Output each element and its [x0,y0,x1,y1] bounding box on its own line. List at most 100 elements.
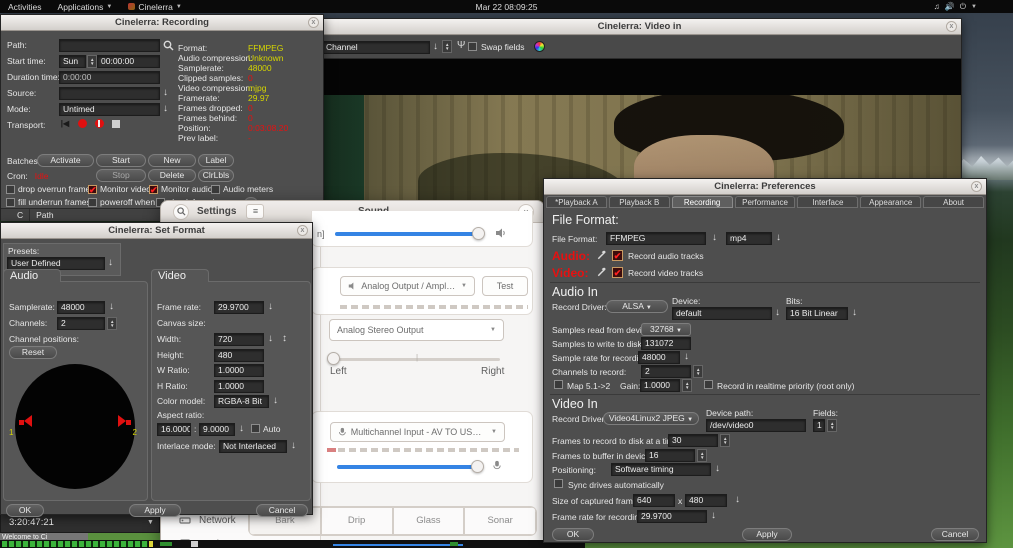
tab-playback-a[interactable]: *Playback A [546,196,607,208]
label-button[interactable]: Label [198,154,234,167]
h-ratio-input[interactable]: 1.0000 [214,380,264,393]
volume-icon[interactable]: 🔊 [945,2,955,11]
positioning-select[interactable]: Software timing [611,463,711,476]
menu-icon[interactable]: ≡ [246,204,264,219]
alert-sonar-button[interactable]: Sonar [464,507,536,535]
reset-button[interactable]: Reset [9,346,57,359]
slider-handle[interactable] [471,460,484,473]
dropdown-arrow-icon[interactable]: ↓ [852,308,857,318]
dropdown-arrow-icon[interactable]: ↓ [163,88,168,98]
cancel-button[interactable]: Cancel [931,528,979,541]
activate-button[interactable]: Activate [37,154,94,167]
device-path-input[interactable]: /dev/video0 [706,419,806,432]
channels-spinner-icon[interactable]: ▲▼ [693,365,703,378]
audio-meters-checkbox[interactable] [211,185,220,194]
swap-fields-checkbox[interactable] [468,42,477,51]
app-indicator-menu[interactable]: Cinelerra▼ [120,0,189,13]
color-model-select[interactable]: RGBA-8 Bit [214,395,269,408]
path-input[interactable] [59,39,160,52]
tab-about[interactable]: About [923,196,984,208]
aspect-auto-checkbox[interactable] [251,424,260,433]
delete-button[interactable]: Delete [148,169,196,182]
monitor-video-checkbox[interactable]: ✔ [88,185,97,194]
monitor-audio-checkbox[interactable]: ✔ [149,185,158,194]
channel-2-speaker-icon[interactable] [115,416,131,429]
bits-select[interactable]: 16 Bit Linear [786,307,848,320]
record-video-checkbox[interactable]: ✔ [612,267,623,278]
fields-input[interactable]: 1 [813,419,825,432]
poweroff-checkbox[interactable] [88,198,97,207]
output-config-select[interactable]: Analog Stereo Output ▼ [329,319,504,341]
channels-record-input[interactable]: 2 [641,365,691,378]
record-framerate-input[interactable]: 29.9700 [637,510,707,523]
duration-input[interactable]: 0:00:00 [59,71,160,84]
applications-menu[interactable]: Applications▼ [50,0,121,13]
tab-performance[interactable]: Performance [735,196,796,208]
search-icon[interactable] [173,204,189,220]
dropdown-arrow-icon[interactable]: ↓ [108,258,113,268]
apply-button[interactable]: Apply [742,528,792,541]
balance-handle[interactable] [327,352,340,365]
clrlbls-button[interactable]: ClrLbls [198,169,234,182]
frames-disk-input[interactable]: 30 [668,434,718,447]
caret-down-icon[interactable]: ▼ [971,4,977,10]
samplerate-input[interactable]: 48000 [57,301,105,314]
channel-1-speaker-icon[interactable] [19,416,35,429]
map51-checkbox[interactable] [554,380,563,389]
video-in-titlebar[interactable]: Cinelerra: Video in x [318,19,961,35]
width-input[interactable]: 720 [214,333,264,346]
frames-disk-spinner-icon[interactable]: ▲▼ [720,434,730,447]
channel-tuner-icon[interactable]: Ψ [457,40,465,51]
frame-rate-input[interactable]: 29.9700 [214,301,264,314]
dropdown-arrow-icon[interactable]: ↓ [684,352,689,362]
dropdown-arrow-icon[interactable]: ↓ [775,308,780,318]
test-speakers-button[interactable]: Test [482,276,528,296]
set-format-titlebar[interactable]: Cinelerra: Set Format x [1,223,312,239]
gain-input[interactable]: 1.0000 [640,379,680,392]
aspect-w-input[interactable]: 16.0000 [157,423,191,436]
input-device-select[interactable]: Multichannel Input - AV TO USB2.0 ▼ [330,422,505,442]
dropdown-arrow-icon[interactable]: ↓ [712,233,717,243]
clock[interactable]: Mar 22 08:09:25 [476,2,538,12]
alert-drip-button[interactable]: Drip [321,507,393,535]
start-button[interactable]: Start [96,154,146,167]
dropdown-arrow-icon[interactable]: ↓ [711,511,716,521]
input-volume-slider[interactable] [337,465,477,469]
output-device-select[interactable]: Analog Output / Amplifie... ▼ [340,276,475,296]
activities-button[interactable]: Activities [0,0,50,13]
container-select[interactable]: mp4 [726,232,772,245]
channel-position-circle[interactable]: 1 2 [15,364,135,489]
preferences-titlebar[interactable]: Cinelerra: Preferences x [544,179,986,195]
size-height-input[interactable]: 480 [685,494,727,507]
dropdown-arrow-icon[interactable]: ↓ [776,233,781,243]
dropdown-arrow-icon[interactable]: ↓ [433,42,438,52]
samples-write-input[interactable]: 131072 [641,337,691,350]
dropdown-arrow-icon[interactable]: ↓ [109,302,114,312]
color-wheel-icon[interactable] [534,41,545,52]
rewind-icon[interactable]: |◀ [59,118,71,129]
record-pause-icon[interactable] [93,118,105,129]
dropdown-arrow-icon[interactable]: ↓ [273,396,278,406]
samples-read-select[interactable]: 32768 ▼ [641,323,691,336]
device-input[interactable]: default [672,307,772,320]
video-driver-select[interactable]: Video4Linux2 JPEG ▼ [603,412,699,425]
close-icon[interactable]: x [946,21,957,32]
wrench-icon[interactable] [596,250,607,261]
fields-spinner-icon[interactable]: ▲▼ [827,419,837,432]
tab-appearance[interactable]: Appearance [860,196,921,208]
file-format-select[interactable]: FFMPEG [606,232,706,245]
frames-buffer-input[interactable]: 16 [645,449,695,462]
updown-arrow-icon[interactable]: ↕ [282,334,287,344]
record-icon[interactable] [76,118,88,129]
frames-buffer-spinner-icon[interactable]: ▲▼ [697,449,707,462]
dropdown-arrow-icon[interactable]: ↓ [268,302,273,312]
interlace-select[interactable]: Not Interlaced [219,440,287,453]
system-volume-slider[interactable] [335,232,479,236]
slider-handle[interactable] [472,227,485,240]
channels-input[interactable]: 2 [57,317,105,330]
search-icon[interactable] [163,40,174,51]
audio-icon[interactable]: ♫ [934,2,940,11]
stop-button[interactable]: Stop [96,169,146,182]
close-icon[interactable]: x [971,181,982,192]
cancel-button[interactable]: Cancel [256,504,308,517]
